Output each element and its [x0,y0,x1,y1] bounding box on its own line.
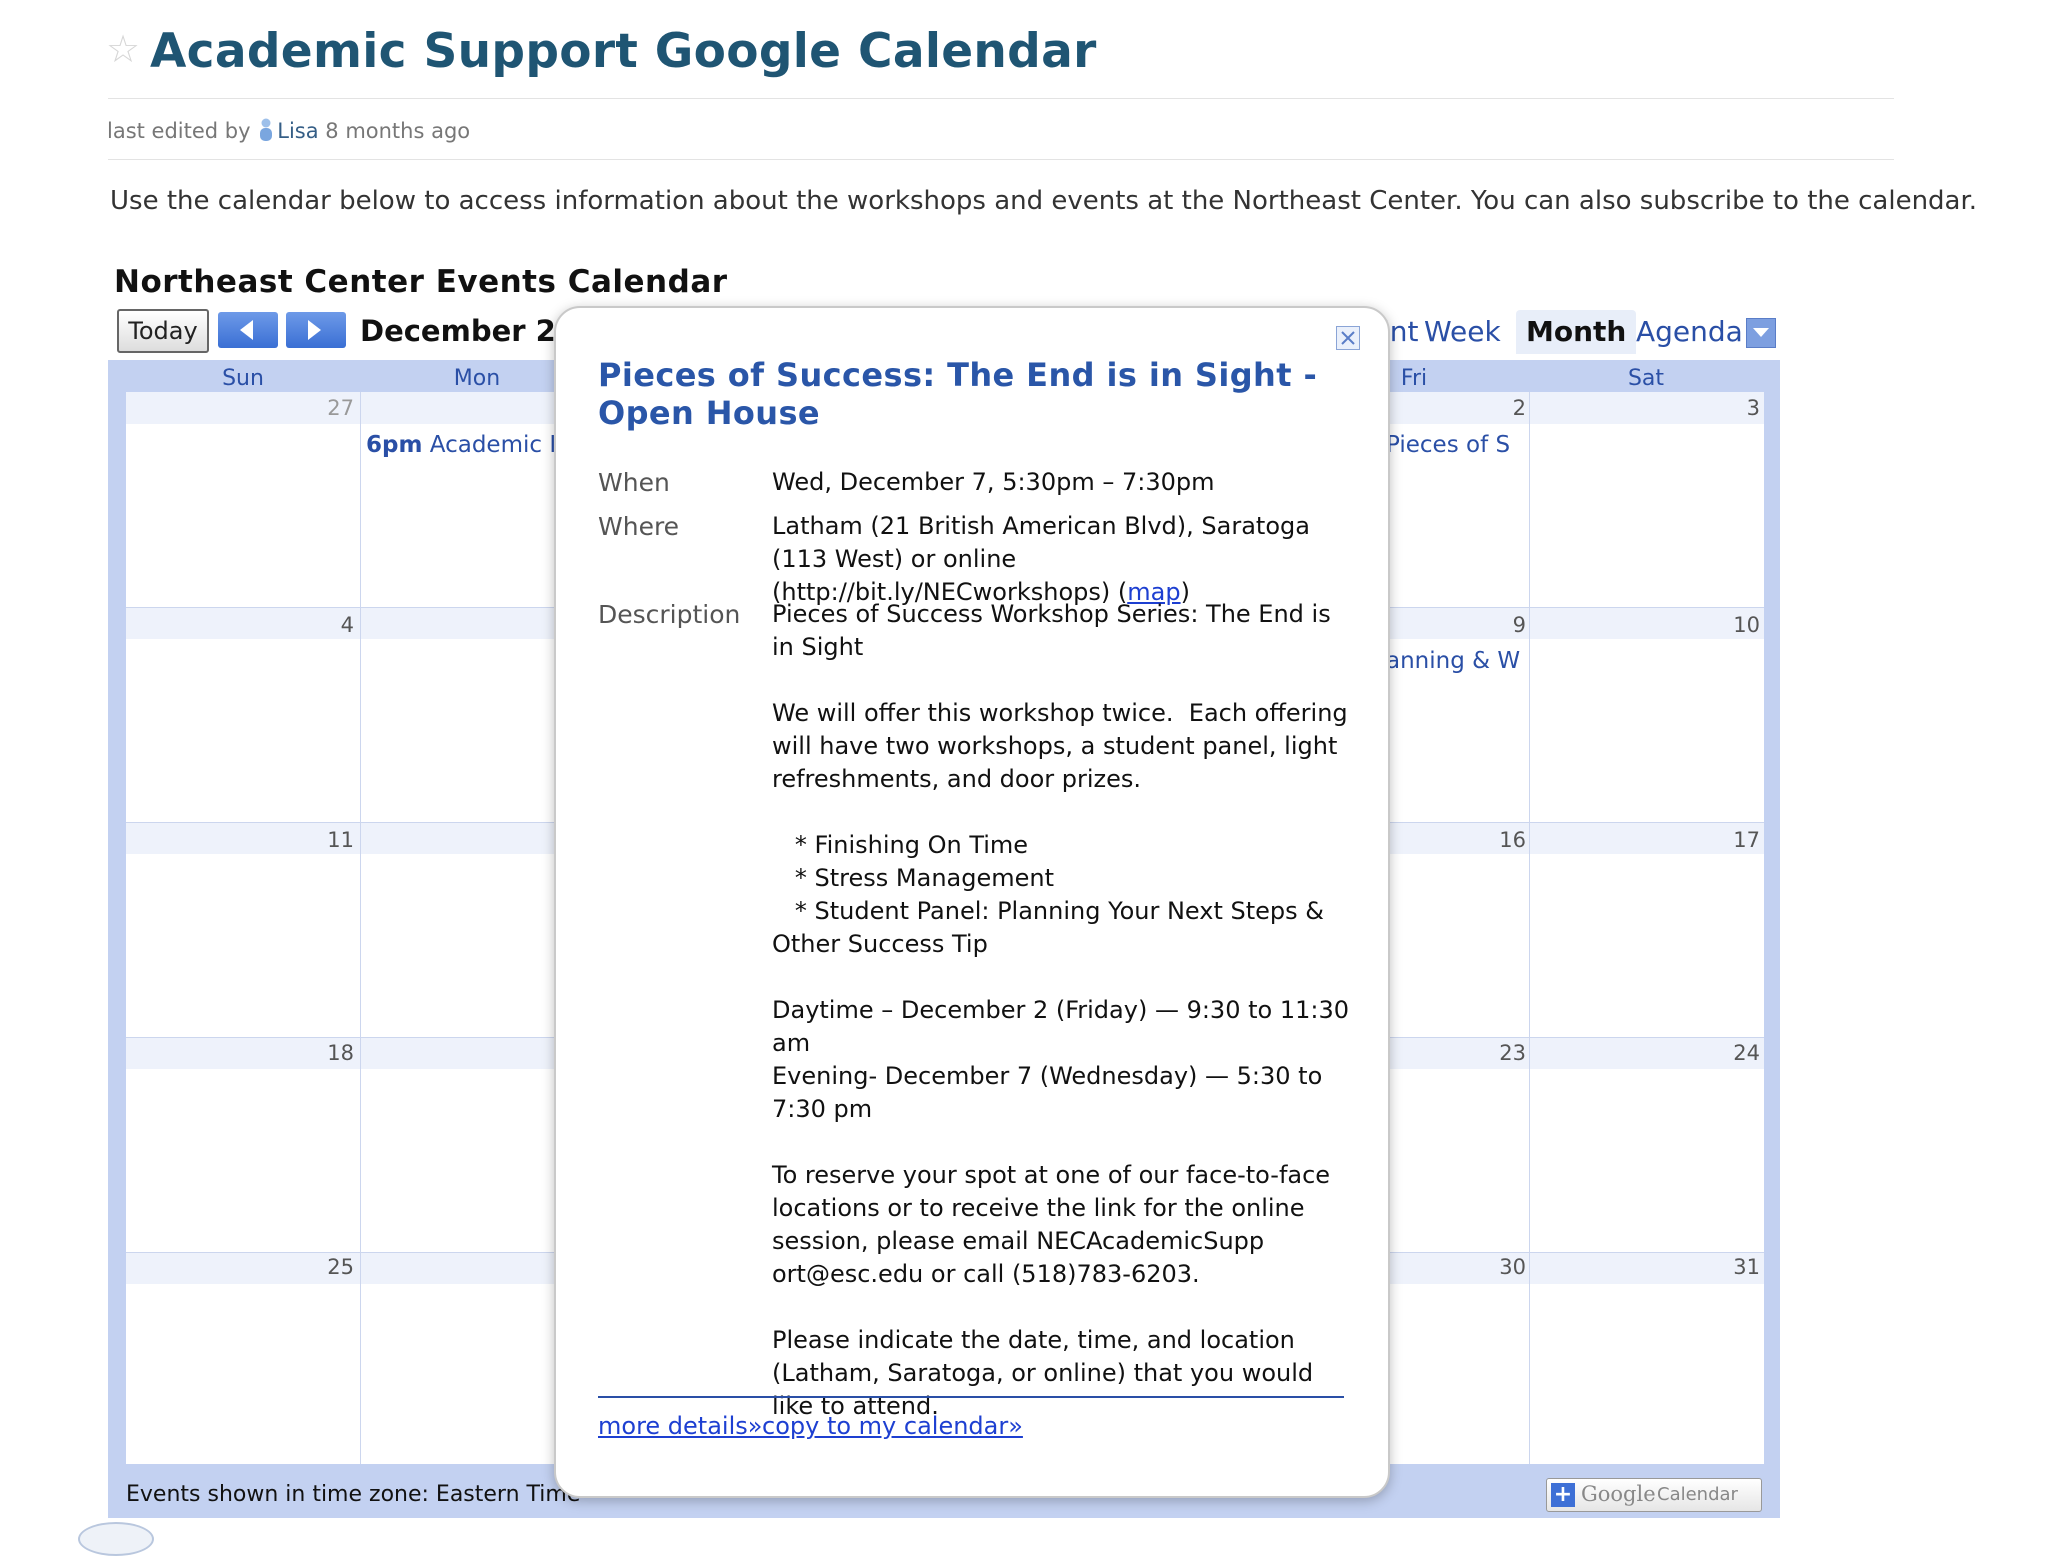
plus-icon: + [1551,1483,1575,1507]
dow-sat: Sat [1627,366,1665,391]
day-cell-date[interactable]: 27 [314,396,354,420]
edited-prefix: last edited by [107,119,251,143]
calendar-title: Northeast Center Events Calendar [114,264,728,300]
google-logo: Google [1581,1482,1656,1506]
where-value: Latham (21 British American Blvd), Sarat… [772,510,1352,609]
grid-column-line [1529,392,1530,1464]
tab-month[interactable]: Month [1516,310,1637,354]
grid-column-line [360,392,361,1464]
event-details-popup: Pieces of Success: The End is in Sight -… [554,306,1390,1498]
event-chip[interactable]: Pieces of S [1386,432,1526,458]
page-title: Academic Support Google Calendar [150,24,1097,79]
where-label: Where [598,512,680,541]
favorite-star-icon[interactable]: ☆ [106,30,140,68]
next-arrow-icon [308,320,321,340]
where-text: Latham (21 British American Blvd), Sarat… [772,512,1318,606]
day-cell-date[interactable]: 10 [1720,613,1760,637]
editor-user-link[interactable]: Lisa [277,119,318,143]
day-cell-date[interactable]: 23 [1486,1041,1526,1065]
next-month-button[interactable] [286,312,346,348]
divider [108,98,1894,99]
today-button[interactable]: Today [117,309,209,353]
day-cell-date[interactable]: 25 [314,1255,354,1279]
close-icon [1341,331,1355,345]
timezone-note: Events shown in time zone: Eastern Time [126,1482,581,1507]
event-title: Academic I [429,432,556,458]
day-cell-date[interactable]: 4 [314,613,354,637]
event-chip[interactable]: 6pm Academic I [366,432,556,458]
event-title: Pieces of Success: The End is in Sight -… [598,356,1318,432]
when-label: When [598,468,670,497]
badge-calendar-text: Calendar [1657,1484,1738,1505]
description-label: Description [598,600,741,629]
prev-arrow-icon [240,320,253,340]
tab-agenda[interactable]: Agenda [1626,310,1753,354]
day-cell-date[interactable]: 16 [1486,828,1526,852]
intro-text: Use the calendar below to access informa… [110,186,1978,216]
close-button[interactable] [1336,326,1360,350]
event-time: 6pm [366,432,423,458]
day-cell-date[interactable]: 3 [1720,396,1760,420]
day-cell-date[interactable]: 9 [1486,613,1526,637]
divider [108,159,1894,160]
day-cell-date[interactable]: 31 [1720,1255,1760,1279]
day-cell-date[interactable]: 2 [1486,396,1526,420]
day-cell-date[interactable]: 24 [1720,1041,1760,1065]
day-cell-date[interactable]: 11 [314,828,354,852]
views-dropdown-button[interactable] [1746,318,1776,348]
description-value: Pieces of Success Workshop Series: The E… [772,600,1349,1420]
user-icon [260,118,273,141]
copy-to-my-calendar-link[interactable]: copy to my calendar» [762,1412,1023,1440]
edited-info: last edited by Lisa 8 months ago [107,118,470,143]
tab-week[interactable]: Week [1414,310,1511,354]
day-cell-date[interactable]: 18 [314,1041,354,1065]
day-cell-date[interactable]: 17 [1720,828,1760,852]
edited-time: 8 months ago [325,119,471,143]
more-details-link[interactable]: more details» [598,1412,762,1440]
when-value: Wed, December 7, 5:30pm – 7:30pm [772,468,1215,496]
popup-divider [598,1396,1344,1398]
dow-sun: Sun [222,366,264,391]
event-chip[interactable]: anning & W [1386,648,1526,674]
partial-button[interactable] [78,1522,154,1556]
prev-month-button[interactable] [218,312,278,348]
dropdown-arrow-icon [1753,328,1769,337]
add-to-google-calendar-badge[interactable]: + Google Calendar [1546,1478,1762,1512]
day-cell-date[interactable]: 30 [1486,1255,1526,1279]
current-month-label: December 2011 [360,314,560,348]
